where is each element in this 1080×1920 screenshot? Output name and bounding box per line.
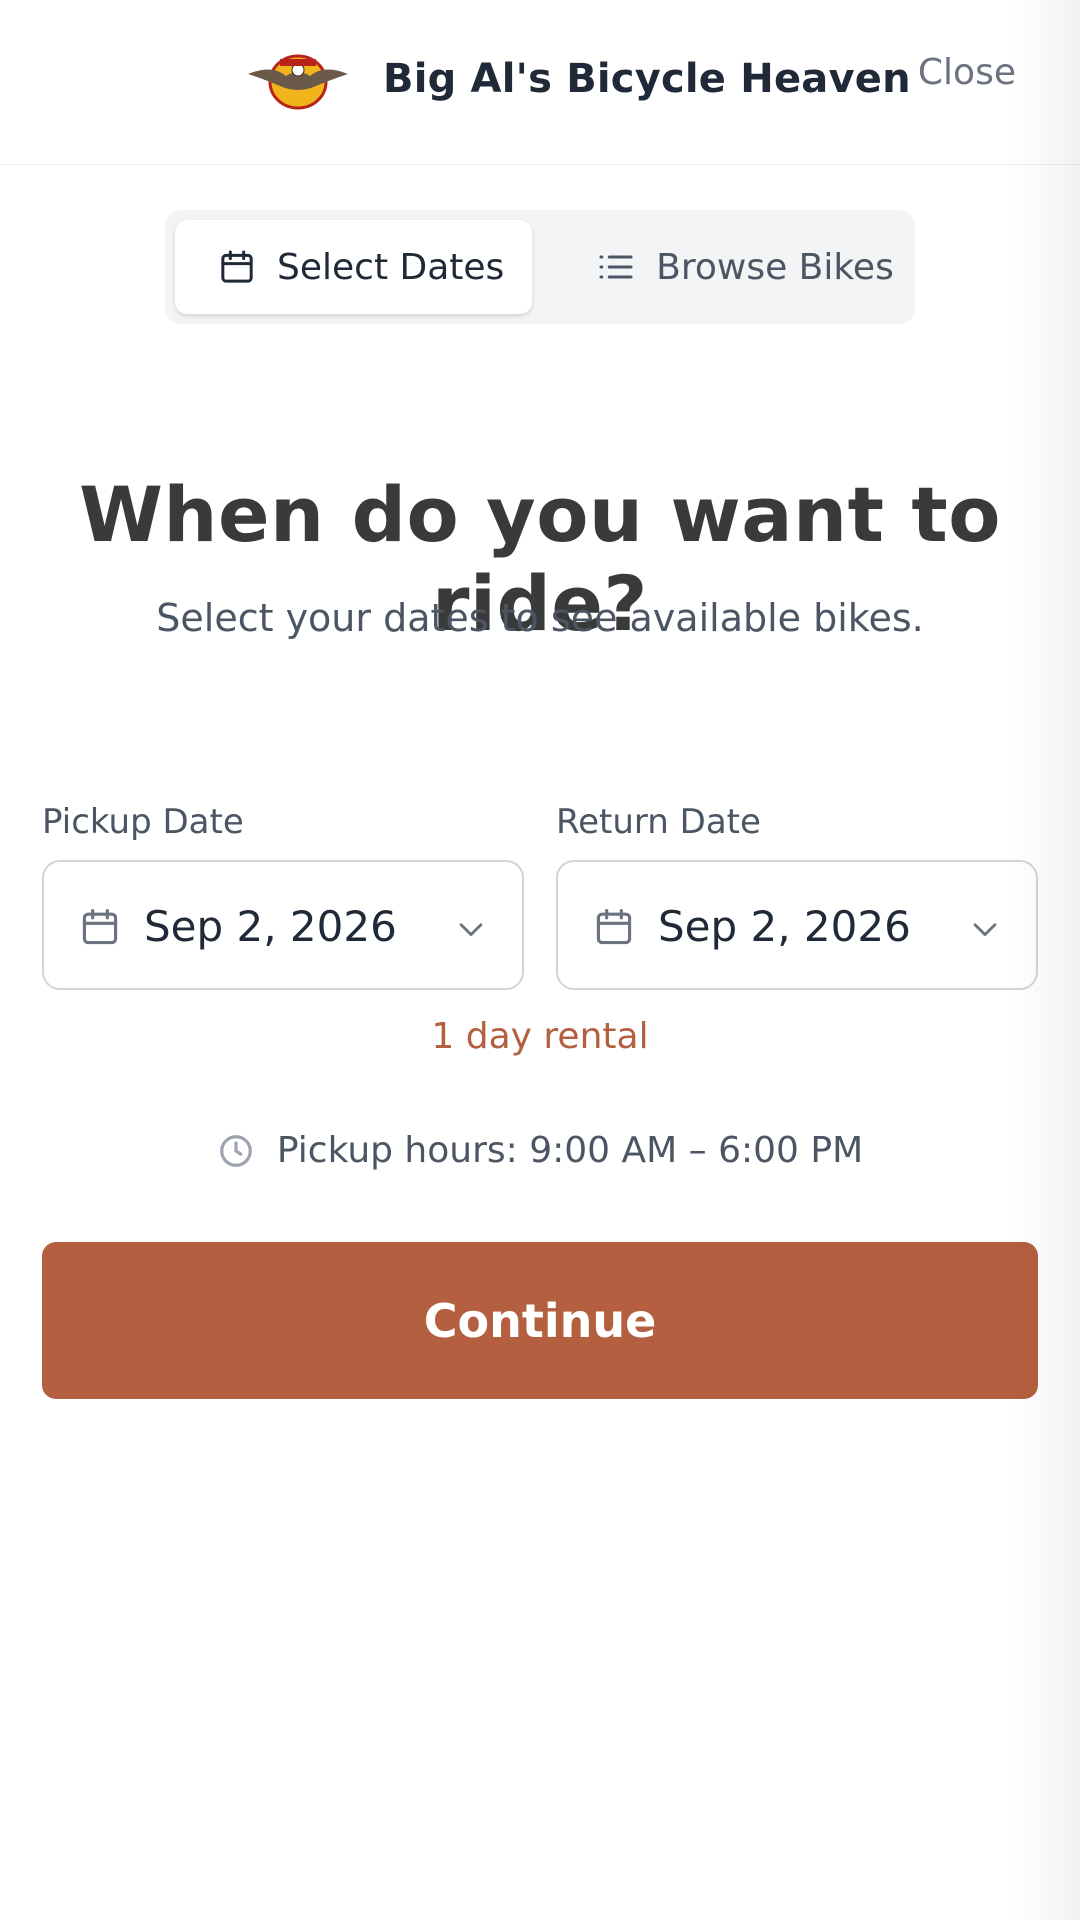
calendar-icon (82, 908, 118, 945)
page-subtitle: Select your dates to see available bikes… (156, 596, 924, 640)
brand-name: Big Al's Bicycle Heaven (383, 56, 911, 102)
pickup-date-label: Pickup Date (42, 802, 244, 842)
pickup-date-value: Sep 2, 2026 (144, 902, 397, 951)
chevron-down-icon (459, 923, 483, 937)
chevron-down-icon (973, 923, 997, 937)
list-icon (599, 255, 633, 279)
view-tabs: Select Dates Browse Bikes (165, 210, 915, 324)
tab-label: Browse Bikes (656, 246, 894, 288)
calendar-icon (596, 908, 632, 945)
close-button[interactable]: Close (918, 52, 1016, 93)
brand-logo (248, 54, 348, 110)
tab-label: Select Dates (277, 246, 505, 288)
app-header: Big Al's Bicycle Heaven Close (0, 0, 1080, 165)
calendar-icon (221, 250, 253, 283)
tab-select-dates[interactable]: Select Dates (175, 220, 532, 314)
return-date-select[interactable]: Sep 2, 2026 (556, 860, 1038, 990)
return-date-value: Sep 2, 2026 (658, 902, 911, 951)
return-date-label: Return Date (556, 802, 761, 842)
continue-button[interactable]: Continue (42, 1242, 1038, 1399)
pickup-hours: Pickup hours: 9:00 AM – 6:00 PM (0, 1130, 1080, 1171)
rental-duration-text: 1 day rental (431, 1016, 649, 1057)
pickup-date-select[interactable]: Sep 2, 2026 (42, 860, 524, 990)
clock-icon (220, 1134, 252, 1167)
pickup-hours-text: Pickup hours: 9:00 AM – 6:00 PM (276, 1130, 864, 1171)
tab-browse-bikes[interactable]: Browse Bikes (575, 220, 915, 314)
